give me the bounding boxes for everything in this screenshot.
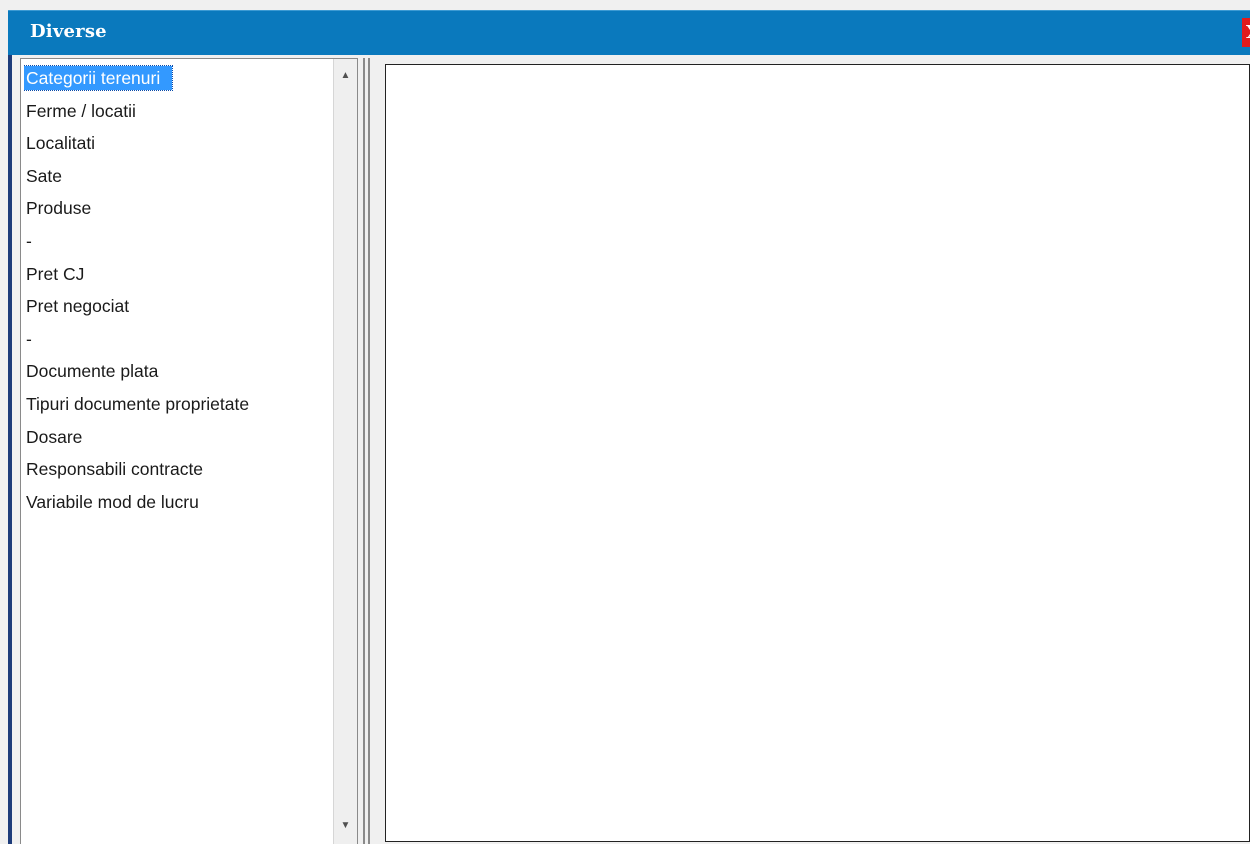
list-item-label: -	[26, 328, 32, 349]
window-title: Diverse	[30, 21, 107, 42]
list-item[interactable]: Variabile mod de lucru	[24, 486, 334, 519]
list-item[interactable]: Tipuri documente proprietate	[24, 388, 334, 421]
list-item-label: Responsabili contracte	[26, 459, 204, 480]
window-left-border	[8, 55, 12, 844]
list-item[interactable]: Sate	[24, 160, 334, 193]
panel-splitter[interactable]	[362, 58, 372, 844]
list-items: Categorii terenuri Ferme / locatii Localit…	[24, 62, 334, 518]
list-item-label: Pret negociat	[26, 296, 130, 317]
list-item-label: Localitati	[26, 133, 96, 154]
scroll-up-icon[interactable]: ▲	[334, 65, 357, 87]
title-bar: Diverse X	[8, 10, 1250, 55]
diverse-window: Diverse X Categorii terenuri Ferme / loca…	[0, 0, 1250, 844]
list-item-label: Tipuri documente proprietate	[26, 393, 250, 414]
list-item[interactable]: Dosare	[24, 421, 334, 454]
list-item-label: Ferme / locatii	[26, 100, 136, 121]
close-button[interactable]: X	[1242, 18, 1250, 47]
list-item[interactable]: -	[24, 323, 334, 356]
list-item-label: -	[26, 230, 32, 251]
list-item-label: Variabile mod de lucru	[26, 491, 199, 512]
detail-panel	[385, 64, 1250, 842]
category-list[interactable]: Categorii terenuri Ferme / locatii Localit…	[20, 58, 358, 844]
list-item-label: Sate	[26, 165, 62, 186]
list-item-label: Categorii terenuri	[24, 65, 174, 91]
list-item[interactable]: Categorii terenuri	[24, 62, 334, 95]
list-item[interactable]: Produse	[24, 192, 334, 225]
list-item[interactable]: -	[24, 225, 334, 258]
list-scrollbar[interactable]: ▲ ▼	[333, 59, 357, 844]
list-item[interactable]: Responsabili contracte	[24, 453, 334, 486]
list-item[interactable]: Localitati	[24, 127, 334, 160]
list-item[interactable]: Pret negociat	[24, 290, 334, 323]
list-item[interactable]: Pret CJ	[24, 258, 334, 291]
list-item[interactable]: Documente plata	[24, 355, 334, 388]
list-item-label: Pret CJ	[26, 263, 85, 284]
list-item[interactable]: Ferme / locatii	[24, 95, 334, 128]
list-item-label: Dosare	[26, 426, 83, 447]
list-item-label: Documente plata	[26, 361, 159, 382]
list-item-label: Produse	[26, 198, 92, 219]
scroll-down-icon[interactable]: ▼	[334, 815, 357, 837]
